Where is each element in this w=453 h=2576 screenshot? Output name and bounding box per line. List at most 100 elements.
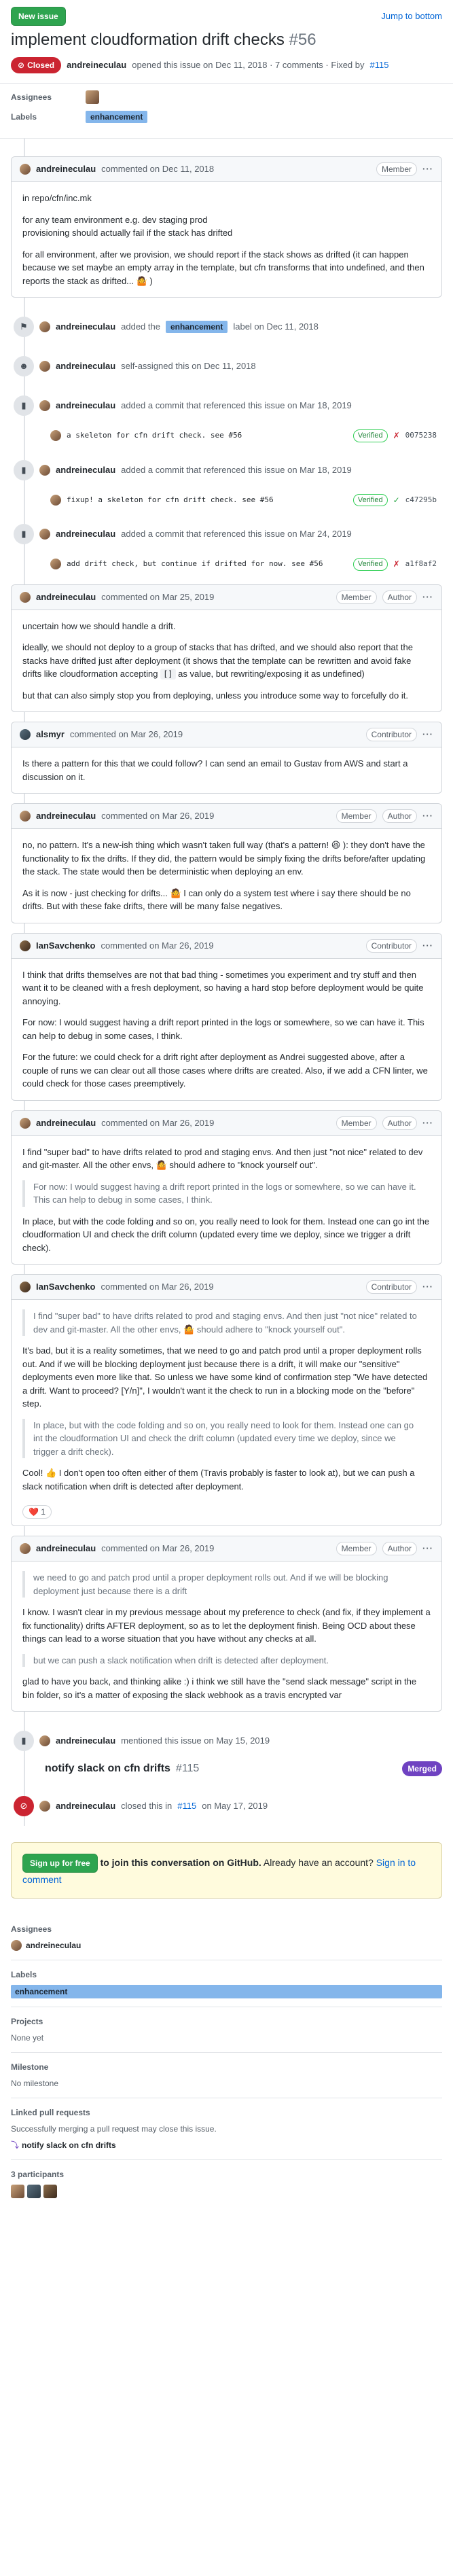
event-text: self-assigned this on Dec 11, 2018: [121, 361, 256, 372]
avatar[interactable]: [39, 361, 50, 372]
avatar[interactable]: [50, 494, 61, 506]
avatar[interactable]: [39, 321, 50, 332]
new-issue-button[interactable]: New issue: [11, 7, 66, 26]
comment-author[interactable]: IanSavchenko: [36, 1280, 95, 1294]
comment-date[interactable]: commented on Mar 25, 2019: [101, 590, 214, 604]
closing-pr-link[interactable]: #115: [177, 1799, 196, 1813]
commit-sha[interactable]: a1f8af2: [405, 559, 437, 570]
avatar[interactable]: [20, 1117, 31, 1129]
event-author[interactable]: andreineculau: [56, 359, 115, 373]
comment-text: for all environment, after we provision,…: [22, 249, 424, 286]
comment: alsmyr commented on Mar 26, 2019 Contrib…: [11, 722, 442, 794]
role-badge: Member: [336, 1116, 377, 1130]
event-author[interactable]: andreineculau: [56, 463, 115, 477]
timeline-event-mention: ▮ andreineculau mentioned this issue on …: [11, 1721, 442, 1761]
avatar[interactable]: [50, 430, 61, 442]
event-author[interactable]: andreineculau: [56, 527, 115, 541]
issue-author-link[interactable]: andreineculau: [67, 58, 126, 72]
avatar[interactable]: [20, 729, 31, 740]
fixed-by-link[interactable]: #115: [370, 58, 389, 72]
avatar[interactable]: [50, 559, 61, 570]
comment-date[interactable]: commented on Dec 11, 2018: [101, 162, 214, 176]
comment-date[interactable]: commented on Mar 26, 2019: [101, 809, 214, 823]
more-options-icon[interactable]: ···: [422, 728, 433, 741]
comment-header: andreineculau commented on Mar 26, 2019 …: [12, 1536, 441, 1562]
more-options-icon[interactable]: ···: [422, 809, 433, 823]
comment-date[interactable]: commented on Mar 26, 2019: [101, 1280, 213, 1294]
event-text: closed this in: [121, 1801, 173, 1812]
commit-sha[interactable]: 0075238: [405, 430, 437, 442]
event-author[interactable]: andreineculau: [56, 1734, 115, 1748]
avatar[interactable]: [11, 1940, 22, 1951]
comment-author[interactable]: andreineculau: [36, 809, 96, 823]
label-enhancement[interactable]: enhancement: [165, 321, 228, 333]
event-author[interactable]: andreineculau: [56, 1799, 115, 1813]
avatar[interactable]: [27, 2185, 41, 2198]
avatar[interactable]: [20, 1543, 31, 1554]
more-options-icon[interactable]: ···: [422, 1116, 433, 1130]
avatar[interactable]: [20, 811, 31, 822]
timeline-event-commit: ▮ andreineculau added a commit that refe…: [11, 514, 442, 554]
fail-x-icon[interactable]: ✗: [393, 558, 400, 570]
avatar[interactable]: [39, 529, 50, 540]
comment-author[interactable]: andreineculau: [36, 1542, 96, 1555]
fail-x-icon[interactable]: ✗: [393, 429, 400, 442]
label-enhancement[interactable]: enhancement: [11, 1985, 442, 1998]
comment-header: andreineculau commented on Mar 26, 2019 …: [12, 1110, 441, 1136]
event-author[interactable]: andreineculau: [56, 320, 115, 334]
label-enhancement[interactable]: enhancement: [86, 111, 148, 123]
avatar[interactable]: [86, 90, 99, 104]
avatar[interactable]: [39, 1735, 50, 1746]
timeline: andreineculau commented on Dec 11, 2018 …: [0, 139, 453, 1826]
commit-row: add drift check, but continue if drifted…: [45, 554, 442, 575]
more-options-icon[interactable]: ···: [422, 590, 433, 604]
check-icon[interactable]: ✓: [393, 494, 400, 506]
author-badge: Author: [382, 809, 417, 823]
timeline-event-label: ⚑ andreineculau added the enhancement la…: [11, 307, 442, 347]
verified-badge[interactable]: Verified: [352, 558, 388, 571]
comment-date[interactable]: commented on Mar 26, 2019: [101, 939, 213, 953]
assignee-link[interactable]: andreineculau: [26, 1939, 81, 1952]
comment-date[interactable]: commented on Mar 26, 2019: [101, 1116, 214, 1130]
comment-date[interactable]: commented on Mar 26, 2019: [70, 728, 183, 741]
avatar[interactable]: [20, 940, 31, 951]
comment-author[interactable]: IanSavchenko: [36, 939, 95, 953]
more-options-icon[interactable]: ···: [422, 1280, 433, 1294]
verified-badge[interactable]: Verified: [352, 493, 388, 506]
avatar[interactable]: [39, 464, 50, 476]
comment-author[interactable]: andreineculau: [36, 590, 96, 604]
sign-up-button[interactable]: Sign up for free: [22, 1854, 98, 1873]
avatar[interactable]: [20, 591, 31, 603]
more-options-icon[interactable]: ···: [422, 162, 433, 176]
timeline-event-closed: ⊘ andreineculau closed this in #115 on M…: [11, 1786, 442, 1826]
avatar[interactable]: [39, 1801, 50, 1812]
more-options-icon[interactable]: ···: [422, 939, 433, 953]
reaction-heart[interactable]: ❤️ 1: [22, 1505, 52, 1519]
commit-message[interactable]: a skeleton for cfn drift check. see #56: [67, 430, 348, 442]
avatar[interactable]: [43, 2185, 57, 2198]
event-text: added a commit that referenced this issu…: [121, 400, 352, 411]
jump-to-bottom-link[interactable]: Jump to bottom: [381, 10, 442, 23]
pr-title[interactable]: notify slack on cfn drifts: [45, 1761, 170, 1777]
comment-author[interactable]: andreineculau: [36, 162, 96, 176]
verified-badge[interactable]: Verified: [352, 429, 388, 442]
comment-date[interactable]: commented on Mar 26, 2019: [101, 1542, 214, 1555]
avatar[interactable]: [39, 400, 50, 411]
status-badge: ⊘ Closed: [11, 57, 62, 73]
avatar[interactable]: [20, 1282, 31, 1292]
comment-author[interactable]: andreineculau: [36, 1116, 96, 1130]
closed-icon: ⊘: [18, 60, 25, 70]
comment-text: for any team environment e.g. dev stagin…: [22, 214, 208, 225]
event-author[interactable]: andreineculau: [56, 399, 115, 412]
commit-sha[interactable]: c47295b: [405, 495, 437, 506]
comment-author[interactable]: alsmyr: [36, 728, 65, 741]
commit-message[interactable]: add drift check, but continue if drifted…: [67, 559, 348, 570]
signup-already-text: Already have an account?: [263, 1857, 374, 1868]
avatar[interactable]: [20, 164, 31, 175]
more-options-icon[interactable]: ···: [422, 1542, 433, 1555]
avatar[interactable]: [11, 2185, 24, 2198]
commit-message[interactable]: fixup! a skeleton for cfn drift check. s…: [67, 495, 348, 506]
linked-pr[interactable]: notify slack on cfn drifts #115 Merged: [45, 1761, 442, 1786]
linked-pr-link[interactable]: notify slack on cfn drifts: [22, 2139, 116, 2151]
pr-number[interactable]: #115: [176, 1761, 199, 1777]
